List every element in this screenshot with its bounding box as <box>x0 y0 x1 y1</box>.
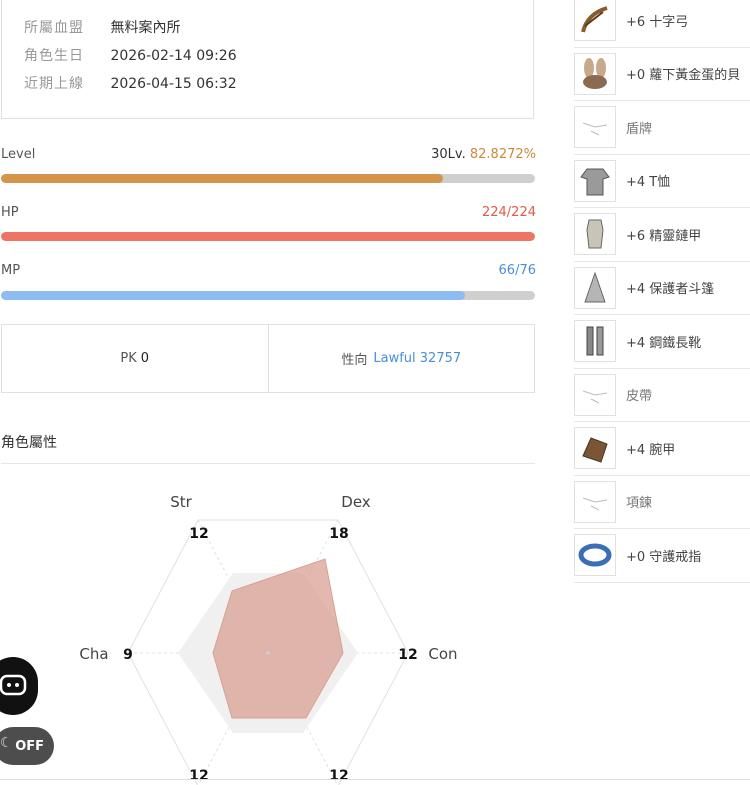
dex-label: Dex <box>341 493 371 511</box>
bunny-hat-icon <box>574 52 616 95</box>
int-value: 12 <box>189 768 208 784</box>
last-login-value: 2026-04-15 06:32 <box>110 76 237 92</box>
equipment-name: 盾牌 <box>626 121 653 137</box>
equipment-name: +4 保護者斗篷 <box>626 282 715 298</box>
level-value: 30Lv. 82.8272% <box>336 147 536 162</box>
moon-icon: ☾ <box>0 735 13 751</box>
clan-label: 所屬血盟 <box>24 20 84 36</box>
dark-mode-toggle[interactable]: ☾ OFF <box>0 727 54 765</box>
attributes-divider <box>1 463 535 464</box>
equipment-item-boots[interactable]: +4 鋼鐵長靴 <box>574 315 750 369</box>
level-label: Level <box>1 147 36 162</box>
mp-bar <box>1 291 535 300</box>
empty-slot-icon <box>574 373 616 416</box>
profile-info-box: 所屬血盟 無料案內所 角色生日 2026-02-14 09:26 近期上線 20… <box>1 0 534 119</box>
level-percent: 82.8272% <box>469 147 536 162</box>
birthday-row: 角色生日 2026-02-14 09:26 <box>24 45 237 65</box>
equipment-item-tshirt[interactable]: +4 T恤 <box>574 155 750 208</box>
con-value: 12 <box>398 647 417 663</box>
attribute-radar-chart: Str Dex Con Cha 12 18 12 9 12 12 <box>79 493 458 785</box>
chat-bot-icon <box>0 674 27 696</box>
pk-alignment-box: PK 0 性向 Lawful 32757 <box>1 324 535 393</box>
hp-bar-fill <box>1 232 535 241</box>
equipment-name: +0 守護戒指 <box>626 549 702 565</box>
boots-icon <box>574 320 616 363</box>
pk-cell: PK 0 <box>2 325 268 392</box>
str-label: Str <box>170 493 192 511</box>
str-value: 12 <box>189 526 208 542</box>
hp-value: 224/224 <box>481 205 536 220</box>
equipment-name: +4 鋼鐵長靴 <box>626 335 702 351</box>
level-bar-fill <box>1 174 444 183</box>
radar-center-dot <box>266 651 270 655</box>
equipment-item-ring[interactable]: +0 守護戒指 <box>574 529 750 583</box>
equipment-name: +4 腕甲 <box>626 442 676 458</box>
pk-label: PK <box>120 351 137 366</box>
toggle-label: OFF <box>15 738 44 754</box>
crossbow-icon <box>574 0 616 42</box>
level-text: 30Lv. <box>431 147 466 162</box>
equipment-item-armor[interactable]: +6 精靈鏈甲 <box>574 208 750 262</box>
glove-icon <box>574 427 616 470</box>
equipment-item-gloves[interactable]: +4 腕甲 <box>574 422 750 476</box>
equipment-item-weapon[interactable]: +6 十字弓 <box>574 0 750 48</box>
equipment-item-necklace[interactable]: 項鍊 <box>574 476 750 529</box>
ring-icon <box>574 534 616 577</box>
equipment-list: +6 十字弓 +0 蘿下黃金蛋的貝 盾牌 +4 T恤 +6 精靈鏈甲 +4 保護… <box>574 0 750 583</box>
equipment-name: 皮帶 <box>626 389 653 405</box>
birthday-value: 2026-02-14 09:26 <box>110 48 237 64</box>
cloak-icon <box>574 266 616 309</box>
equipment-item-helmet[interactable]: +0 蘿下黃金蛋的貝 <box>574 48 750 101</box>
equipment-item-belt[interactable]: 皮帶 <box>574 369 750 422</box>
last-login-label: 近期上線 <box>24 76 84 92</box>
mp-value: 66/76 <box>498 263 536 278</box>
pk-value: 0 <box>140 351 150 366</box>
clan-value: 無料案內所 <box>110 20 181 36</box>
bottom-divider <box>0 779 750 780</box>
tshirt-icon <box>574 159 616 202</box>
equipment-item-shield[interactable]: 盾牌 <box>574 101 750 155</box>
attributes-title: 角色屬性 <box>1 435 57 451</box>
empty-slot-icon <box>574 106 616 149</box>
wis-value: 12 <box>329 768 348 784</box>
con-label: Con <box>428 645 457 663</box>
clan-row: 所屬血盟 無料案內所 <box>24 17 180 37</box>
birthday-label: 角色生日 <box>24 48 84 64</box>
empty-slot-icon <box>574 480 616 523</box>
equipment-name: +6 十字弓 <box>626 14 689 30</box>
level-bar <box>1 174 535 183</box>
chainmail-icon <box>574 213 616 256</box>
hp-bar <box>1 232 535 241</box>
hp-label: HP <box>1 205 19 220</box>
cha-value: 9 <box>123 647 133 663</box>
mp-label: MP <box>1 263 21 278</box>
dex-value: 18 <box>329 526 348 542</box>
equipment-name: 項鍊 <box>626 496 653 512</box>
equipment-name: +4 T恤 <box>626 175 671 191</box>
cha-label: Cha <box>79 645 108 663</box>
last-login-row: 近期上線 2026-04-15 06:32 <box>24 73 237 93</box>
equipment-name: +0 蘿下黃金蛋的貝 <box>626 68 741 84</box>
equipment-name: +6 精靈鏈甲 <box>626 228 702 244</box>
alignment-cell: 性向 Lawful 32757 <box>267 325 535 392</box>
mp-bar-fill <box>1 291 465 300</box>
equipment-item-cloak[interactable]: +4 保護者斗篷 <box>574 262 750 315</box>
alignment-label: 性向 <box>341 353 368 368</box>
alignment-value: Lawful 32757 <box>373 351 462 366</box>
